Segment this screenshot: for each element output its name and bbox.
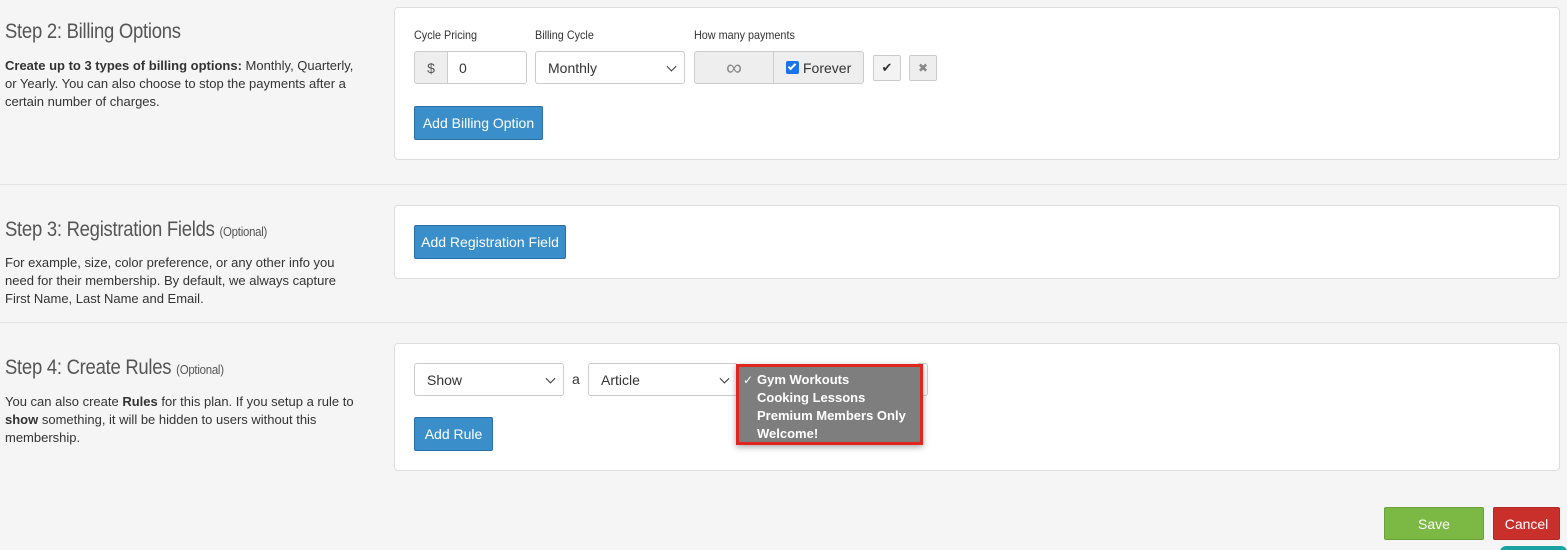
add-registration-field-button[interactable]: Add Registration Field bbox=[414, 225, 566, 259]
check-icon: ✓ bbox=[743, 373, 754, 387]
step4-desc-bold-1: Rules bbox=[122, 394, 158, 409]
step3-title: Step 3: Registration Fields (Optional) bbox=[5, 218, 267, 242]
forever-label: Forever bbox=[803, 59, 852, 76]
dropdown-item-welcome[interactable]: Welcome! bbox=[739, 425, 920, 443]
rule-action-select[interactable]: Show bbox=[414, 363, 564, 396]
checkmark-icon bbox=[787, 61, 797, 71]
step3-description: For example, size, color preference, or … bbox=[5, 255, 336, 306]
forever-addon[interactable]: Forever bbox=[773, 51, 864, 84]
step2-description: Create up to 3 types of billing options:… bbox=[5, 57, 360, 111]
add-rule-button[interactable]: Add Rule bbox=[414, 417, 493, 451]
billing-cycle-value: Monthly bbox=[548, 59, 598, 76]
step4-desc-text-1: You can also create bbox=[5, 394, 123, 409]
divider bbox=[0, 322, 1567, 323]
step4-desc-text-3: something, it will be hidden to users wi… bbox=[5, 412, 317, 445]
dropdown-item-label: Welcome! bbox=[757, 426, 819, 441]
step4-optional-label: (Optional) bbox=[176, 362, 224, 377]
close-icon: ✖ bbox=[917, 61, 929, 75]
dropdown-item-label: Gym Workouts bbox=[757, 372, 850, 387]
chevron-down-icon bbox=[719, 373, 730, 384]
dropdown-item-label: Cooking Lessons bbox=[757, 390, 866, 405]
payments-label: How many payments bbox=[694, 28, 795, 42]
step4-title-text: Step 4: Create Rules bbox=[5, 356, 172, 379]
rule-item-dropdown[interactable]: ✓ Gym Workouts Cooking Lessons Premium M… bbox=[736, 364, 923, 445]
chevron-down-icon bbox=[545, 373, 556, 384]
step4-description: You can also create Rules for this plan.… bbox=[5, 393, 360, 447]
add-billing-option-button[interactable]: Add Billing Option bbox=[414, 106, 543, 140]
cycle-price-input[interactable]: 0 bbox=[447, 51, 527, 84]
rule-action-value: Show bbox=[427, 371, 463, 388]
save-button[interactable]: Save bbox=[1384, 507, 1484, 540]
dropdown-item-gym-workouts[interactable]: ✓ Gym Workouts bbox=[739, 371, 920, 389]
dropdown-item-label: Premium Members Only bbox=[757, 408, 906, 423]
step3-optional-label: (Optional) bbox=[219, 224, 268, 239]
cancel-button[interactable]: Cancel bbox=[1493, 507, 1560, 540]
step4-desc-bold-2: show bbox=[5, 412, 39, 427]
rule-type-value: Article bbox=[601, 371, 640, 388]
infinity-icon: ∞ bbox=[726, 54, 742, 80]
forever-checkbox[interactable] bbox=[786, 61, 799, 74]
rule-type-select[interactable]: Article bbox=[588, 363, 738, 396]
help-widget-edge[interactable] bbox=[1500, 546, 1567, 550]
dropdown-item-premium-members-only[interactable]: Premium Members Only bbox=[739, 407, 920, 425]
registration-fields-panel bbox=[394, 205, 1560, 279]
divider bbox=[0, 184, 1567, 185]
rule-connector: a bbox=[572, 371, 580, 387]
chevron-down-icon bbox=[666, 61, 677, 72]
dropdown-item-cooking-lessons[interactable]: Cooking Lessons bbox=[739, 389, 920, 407]
step3-title-text: Step 3: Registration Fields bbox=[5, 218, 215, 241]
step4-desc-text-2: for this plan. If you setup a rule to bbox=[157, 394, 354, 409]
step2-description-bold: Create up to 3 types of billing options: bbox=[5, 58, 242, 73]
confirm-billing-button[interactable]: ✔ bbox=[873, 55, 901, 81]
step2-title: Step 2: Billing Options bbox=[5, 20, 181, 43]
cycle-pricing-label: Cycle Pricing bbox=[414, 28, 478, 42]
currency-addon: $ bbox=[414, 51, 448, 84]
step4-title: Step 4: Create Rules (Optional) bbox=[5, 356, 224, 380]
billing-cycle-select[interactable]: Monthly bbox=[535, 51, 685, 84]
remove-billing-button[interactable]: ✖ bbox=[909, 55, 937, 81]
rules-panel bbox=[394, 343, 1560, 471]
infinity-addon: ∞ bbox=[694, 51, 774, 84]
check-icon: ✔ bbox=[881, 60, 893, 75]
billing-cycle-label: Billing Cycle bbox=[535, 28, 594, 42]
